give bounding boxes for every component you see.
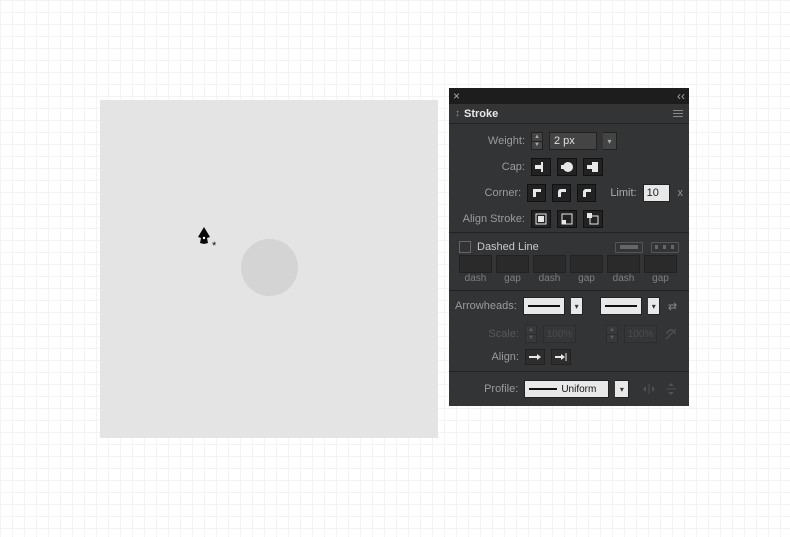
svg-text:*: * <box>212 240 217 251</box>
scale-end-field[interactable]: 100% <box>624 325 657 343</box>
panel-tabbar: ↕ Stroke <box>449 104 689 124</box>
gap-field-2[interactable] <box>570 255 603 273</box>
dashed-line-label: Dashed Line <box>477 241 539 253</box>
limit-field[interactable]: 10 <box>643 184 670 202</box>
weight-dropdown[interactable]: ▾ <box>603 132 617 150</box>
align-arrowhead-tip-button[interactable] <box>551 349 571 365</box>
profile-label: Profile: <box>455 383 518 395</box>
dash-sub-label: dash <box>459 273 492 284</box>
flip-across-icon[interactable] <box>663 381 679 397</box>
corner-bevel-button[interactable] <box>577 184 596 202</box>
stroke-panel: × ‹‹ ↕ Stroke Weight: ▲▼ 2 px ▾ Cap: Cor… <box>449 88 689 406</box>
align-label: Align: <box>455 351 519 363</box>
swap-arrowheads-icon[interactable]: ⇄ <box>666 298 679 314</box>
panel-menu-icon[interactable] <box>673 110 683 117</box>
gap-sub-label: gap <box>644 273 677 284</box>
ellipse-shape <box>241 239 298 296</box>
align-stroke-outside-button[interactable] <box>583 210 603 228</box>
cap-projecting-button[interactable] <box>583 158 603 176</box>
gap-sub-label: gap <box>570 273 603 284</box>
arrowhead-end-select[interactable] <box>600 297 643 315</box>
cap-label: Cap: <box>455 161 525 173</box>
corner-round-button[interactable] <box>552 184 571 202</box>
scale-end-stepper[interactable]: ▲▼ <box>606 325 618 343</box>
profile-dropdown[interactable]: ▾ <box>615 380 629 398</box>
gap-field-3[interactable] <box>644 255 677 273</box>
arrowheads-label: Arrowheads: <box>455 300 517 312</box>
profile-select[interactable]: Uniform <box>524 380 609 398</box>
dash-preserve-exact-icon[interactable] <box>615 242 643 253</box>
panel-title: Stroke <box>464 108 498 120</box>
arrowhead-end-dropdown[interactable]: ▾ <box>648 297 660 315</box>
dash-field-3[interactable] <box>607 255 640 273</box>
gap-sub-label: gap <box>496 273 529 284</box>
panel-cycle-icon[interactable]: ↕ <box>455 108 460 119</box>
cap-butt-button[interactable] <box>531 158 551 176</box>
arrowhead-start-dropdown[interactable]: ▾ <box>571 297 583 315</box>
close-icon[interactable]: × <box>453 90 460 102</box>
corner-label: Corner: <box>455 187 521 199</box>
dashed-line-checkbox[interactable] <box>459 241 471 253</box>
align-stroke-center-button[interactable] <box>531 210 551 228</box>
limit-suffix: x <box>678 187 684 199</box>
scale-start-field[interactable]: 100% <box>543 325 576 343</box>
link-scale-icon[interactable] <box>663 326 679 342</box>
scale-label: Scale: <box>455 328 519 340</box>
artboard: * <box>100 100 438 438</box>
pen-tool-cursor: * <box>198 227 218 251</box>
panel-topbar: × ‹‹ <box>449 88 689 104</box>
align-arrowhead-extend-button[interactable] <box>525 349 545 365</box>
dash-sub-label: dash <box>533 273 566 284</box>
dash-sub-label: dash <box>607 273 640 284</box>
weight-label: Weight: <box>455 135 525 147</box>
align-stroke-inside-button[interactable] <box>557 210 577 228</box>
collapse-icon[interactable]: ‹‹ <box>677 89 685 103</box>
align-stroke-label: Align Stroke: <box>455 213 525 225</box>
weight-field[interactable]: 2 px <box>549 132 597 150</box>
cap-round-button[interactable] <box>557 158 577 176</box>
dash-field-1[interactable] <box>459 255 492 273</box>
gap-field-1[interactable] <box>496 255 529 273</box>
weight-stepper[interactable]: ▲▼ <box>531 132 543 150</box>
scale-start-stepper[interactable]: ▲▼ <box>525 325 537 343</box>
flip-along-icon[interactable] <box>641 381 657 397</box>
dash-field-2[interactable] <box>533 255 566 273</box>
arrowhead-start-select[interactable] <box>523 297 566 315</box>
corner-miter-button[interactable] <box>527 184 546 202</box>
limit-label: Limit: <box>610 187 636 199</box>
dash-align-corners-icon[interactable] <box>651 242 679 253</box>
profile-value: Uniform <box>561 384 596 395</box>
